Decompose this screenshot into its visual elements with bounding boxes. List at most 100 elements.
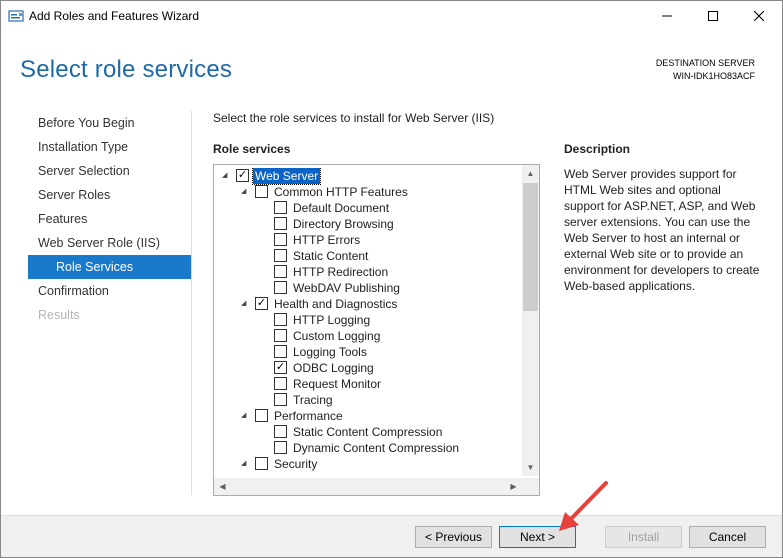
expanded-icon[interactable]: ◢: [241, 296, 251, 312]
tree-row[interactable]: ◢ Common HTTP Features: [214, 184, 521, 200]
tree-row[interactable]: Custom Logging: [214, 328, 521, 344]
scroll-right-icon[interactable]: ▶: [505, 478, 522, 495]
checkbox[interactable]: [255, 409, 268, 422]
maximize-icon: [708, 11, 718, 21]
window-title: Add Roles and Features Wizard: [29, 9, 200, 23]
nav-item-server-selection[interactable]: Server Selection: [28, 159, 191, 183]
nav-item-confirmation[interactable]: Confirmation: [28, 279, 191, 303]
tree-item-label[interactable]: Directory Browsing: [293, 216, 394, 232]
tree-row[interactable]: ◢ ✓ Web Server: [214, 168, 521, 185]
tree-item-label[interactable]: Default Document: [293, 200, 389, 216]
install-button[interactable]: Install: [605, 526, 682, 548]
checkbox-checked[interactable]: ✓: [274, 361, 287, 374]
nav-item-installation-type[interactable]: Installation Type: [28, 135, 191, 159]
tree-row[interactable]: Tracing: [214, 392, 521, 408]
tree-item-label[interactable]: HTTP Redirection: [293, 264, 388, 280]
description-label: Description: [564, 142, 631, 156]
tree-row[interactable]: Dynamic Content Compression: [214, 440, 521, 456]
checkbox[interactable]: [274, 377, 287, 390]
tree-row[interactable]: HTTP Logging: [214, 312, 521, 328]
checkbox-checked[interactable]: ✓: [255, 297, 268, 310]
scroll-thumb[interactable]: [523, 183, 538, 311]
page-title: Select role services: [20, 56, 233, 83]
nav-item-before-you-begin[interactable]: Before You Begin: [28, 111, 191, 135]
tree-row[interactable]: HTTP Errors: [214, 232, 521, 248]
description-text: Web Server provides support for HTML Web…: [564, 167, 760, 293]
tree-row[interactable]: ◢ Security: [214, 456, 521, 472]
checkbox[interactable]: [274, 281, 287, 294]
tree-item-label[interactable]: Static Content Compression: [293, 424, 442, 440]
scroll-up-icon[interactable]: ▲: [522, 165, 539, 182]
checkbox[interactable]: [274, 425, 287, 438]
tree-item-label[interactable]: Web Server: [251, 168, 322, 185]
tree-content: ◢ ✓ Web Server ◢ Common HTTP Features Default…: [214, 168, 521, 476]
checkbox[interactable]: [274, 217, 287, 230]
cancel-button[interactable]: Cancel: [689, 526, 766, 548]
scroll-down-icon[interactable]: ▼: [522, 459, 539, 476]
tree-row[interactable]: ◢ ✓ Health and Diagnostics: [214, 296, 521, 312]
tree-item-label[interactable]: Performance: [274, 408, 343, 424]
expanded-icon[interactable]: ◢: [241, 456, 251, 472]
tree-row[interactable]: Static Content Compression: [214, 424, 521, 440]
tree-item-label[interactable]: WebDAV Publishing: [293, 280, 400, 296]
tree-row[interactable]: WebDAV Publishing: [214, 280, 521, 296]
checkbox[interactable]: [274, 249, 287, 262]
checkbox-checked[interactable]: ✓: [236, 169, 249, 182]
vertical-scrollbar[interactable]: ▲ ▼: [522, 165, 539, 476]
server-manager-icon: [8, 8, 24, 24]
expanded-icon[interactable]: ◢: [241, 408, 251, 424]
checkbox[interactable]: [274, 393, 287, 406]
tree-item-label[interactable]: Common HTTP Features: [274, 184, 408, 200]
nav-item-features[interactable]: Features: [28, 207, 191, 231]
minimize-button[interactable]: [644, 1, 690, 31]
tree-item-label[interactable]: Security: [274, 456, 317, 472]
tree-row[interactable]: Static Content: [214, 248, 521, 264]
maximize-button[interactable]: [690, 1, 736, 31]
checkbox[interactable]: [274, 345, 287, 358]
nav-item-role-services[interactable]: Role Services: [28, 255, 191, 279]
role-services-tree[interactable]: ◢ ✓ Web Server ◢ Common HTTP Features Default…: [213, 164, 540, 496]
checkbox[interactable]: [274, 441, 287, 454]
tree-item-label[interactable]: Health and Diagnostics: [274, 296, 397, 312]
nav-item-server-roles[interactable]: Server Roles: [28, 183, 191, 207]
tree-row[interactable]: Directory Browsing: [214, 216, 521, 232]
nav-divider: [191, 111, 192, 495]
checkbox[interactable]: [274, 329, 287, 342]
checkbox[interactable]: [255, 185, 268, 198]
checkbox[interactable]: [274, 233, 287, 246]
tree-item-label[interactable]: Custom Logging: [293, 328, 380, 344]
expanded-icon[interactable]: ◢: [222, 168, 232, 184]
previous-button[interactable]: < Previous: [415, 526, 492, 548]
nav-item-results: Results: [38, 308, 80, 322]
checkbox[interactable]: [274, 265, 287, 278]
scroll-left-icon[interactable]: ◀: [214, 478, 231, 495]
expanded-icon[interactable]: ◢: [241, 184, 251, 200]
checkbox[interactable]: [274, 201, 287, 214]
tree-item-label[interactable]: Static Content: [293, 248, 368, 264]
tree-item-label[interactable]: HTTP Errors: [293, 232, 360, 248]
horizontal-scrollbar[interactable]: ◀ ▶: [214, 478, 539, 495]
title-bar[interactable]: Add Roles and Features Wizard: [1, 1, 782, 31]
tree-row[interactable]: HTTP Redirection: [214, 264, 521, 280]
tree-row[interactable]: ◢ Performance: [214, 408, 521, 424]
tree-item-label[interactable]: Logging Tools: [293, 344, 367, 360]
minimize-icon: [662, 15, 672, 17]
role-services-label: Role services: [213, 142, 291, 156]
checkbox[interactable]: [255, 457, 268, 470]
next-button[interactable]: Next >: [499, 526, 576, 548]
tree-item-label[interactable]: Tracing: [293, 392, 333, 408]
tree-row[interactable]: Default Document: [214, 200, 521, 216]
tree-row[interactable]: Logging Tools: [214, 344, 521, 360]
tree-item-label[interactable]: ODBC Logging: [293, 360, 374, 376]
instruction-text: Select the role services to install for …: [213, 111, 495, 125]
nav-item-web-server-role-iis[interactable]: Web Server Role (IIS): [28, 231, 191, 255]
tree-item-label[interactable]: Request Monitor: [293, 376, 381, 392]
tree-row[interactable]: Request Monitor: [214, 376, 521, 392]
tree-item-label[interactable]: HTTP Logging: [293, 312, 370, 328]
wizard-nav: Before You Begin Installation Type Server …: [28, 111, 191, 327]
wizard-window: Add Roles and Features Wizard Select rol…: [0, 0, 783, 558]
tree-item-label[interactable]: Dynamic Content Compression: [293, 440, 459, 456]
checkbox[interactable]: [274, 313, 287, 326]
close-button[interactable]: [736, 1, 782, 31]
tree-row[interactable]: ✓ ODBC Logging: [214, 360, 521, 376]
